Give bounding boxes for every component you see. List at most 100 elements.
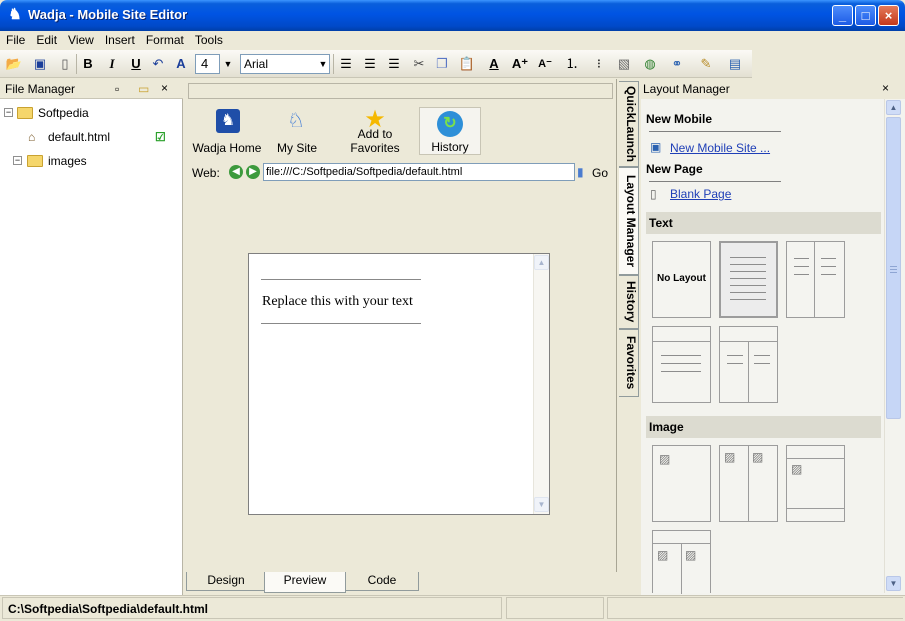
underline-button[interactable]: U bbox=[126, 54, 146, 74]
menu-file[interactable]: File bbox=[0, 31, 30, 47]
layout-thumb-image-header-two-columns[interactable]: ▨ ▨ bbox=[652, 530, 711, 594]
layout-manager-header: Layout Manager × bbox=[641, 79, 905, 99]
copy-icon[interactable]: ❐ bbox=[432, 54, 452, 74]
layout-thumb-single-column[interactable] bbox=[719, 241, 778, 318]
bullet-list-icon[interactable]: ⁝ bbox=[589, 54, 609, 74]
tab-quicklaunch[interactable]: QuickLaunch bbox=[619, 81, 639, 167]
document-scrollbar[interactable]: ▲ ▼ bbox=[533, 254, 549, 514]
layout-thumb-image-header[interactable]: ▨ bbox=[786, 445, 845, 522]
numbered-list-icon[interactable]: ⒈ bbox=[562, 54, 582, 74]
add-to-favorites-label: Add to Favorites bbox=[350, 127, 400, 155]
align-center-icon[interactable]: ☰ bbox=[384, 54, 404, 74]
scroll-down-icon[interactable]: ▼ bbox=[886, 576, 901, 591]
add-to-favorites-button[interactable]: ★ Add to Favorites bbox=[332, 107, 418, 156]
text-color-icon[interactable]: A bbox=[484, 54, 504, 74]
url-input[interactable]: file:///C:/Softpedia/Softpedia/default.h… bbox=[263, 163, 575, 181]
menu-insert[interactable]: Insert bbox=[99, 31, 140, 47]
text-line bbox=[794, 266, 809, 267]
close-icon[interactable]: × bbox=[161, 81, 168, 95]
tree-images-folder[interactable]: images bbox=[48, 154, 87, 168]
check-icon: ☑ bbox=[155, 130, 166, 144]
history-button[interactable]: ↻ History bbox=[419, 107, 481, 155]
close-button[interactable]: × bbox=[878, 5, 899, 26]
title-bar: ♞ Wadja - Mobile Site Editor _ □ × bbox=[0, 0, 905, 31]
forward-arrow-icon[interactable]: ▶ bbox=[246, 165, 260, 179]
layout-manager-scrollbar[interactable]: ▲ ▼ bbox=[884, 99, 901, 593]
close-icon[interactable]: × bbox=[882, 81, 889, 95]
grip-line bbox=[890, 272, 897, 273]
scroll-up-icon[interactable]: ▲ bbox=[886, 100, 901, 115]
scroll-up-icon[interactable]: ▲ bbox=[534, 255, 549, 270]
document-text[interactable]: Replace this with your text bbox=[262, 294, 413, 310]
image-placeholder-icon: ▨ bbox=[657, 548, 669, 562]
toolbar-separator bbox=[76, 54, 77, 74]
font-name-dropdown-icon[interactable]: ▼ bbox=[317, 55, 329, 73]
cut-icon[interactable]: ✂ bbox=[409, 54, 429, 74]
italic-button[interactable]: I bbox=[102, 54, 122, 74]
go-icon[interactable]: ▮ bbox=[577, 165, 584, 179]
menu-view[interactable]: View bbox=[62, 31, 99, 47]
maximize-button[interactable]: □ bbox=[855, 5, 876, 26]
layout-thumb-two-columns[interactable] bbox=[786, 241, 845, 318]
menu-tools[interactable]: Tools bbox=[189, 31, 228, 47]
new-page-heading: New Page bbox=[646, 162, 703, 176]
font-size-field[interactable]: 4 bbox=[195, 54, 220, 74]
new-file-icon[interactable]: ▫ bbox=[115, 82, 119, 96]
bunny-icon: ♘ bbox=[287, 110, 305, 132]
layout-thumb-image-single[interactable]: ▨ bbox=[652, 445, 711, 522]
folder-icon bbox=[27, 155, 43, 167]
tab-code[interactable]: Code bbox=[345, 572, 419, 591]
tree-root-folder[interactable]: Softpedia bbox=[38, 106, 89, 120]
insert-image-icon[interactable]: ▧ bbox=[614, 54, 634, 74]
new-document-icon[interactable]: ▯ bbox=[55, 54, 75, 74]
open-folder-icon[interactable]: 📂 bbox=[4, 54, 24, 74]
document-preview[interactable]: Replace this with your text ▲ ▼ bbox=[248, 253, 550, 515]
align-left-icon[interactable]: ☰ bbox=[336, 54, 356, 74]
editor-view-tabs: Design Preview Code bbox=[184, 572, 617, 594]
scrollbar-thumb[interactable] bbox=[886, 117, 901, 419]
save-icon[interactable]: ▣ bbox=[30, 54, 50, 74]
undo-icon[interactable]: ↶ bbox=[148, 54, 168, 74]
no-layout-label: No Layout bbox=[657, 273, 706, 284]
bold-button[interactable]: B bbox=[78, 54, 98, 74]
font-color-a-icon[interactable]: A bbox=[171, 54, 191, 74]
menu-edit[interactable]: Edit bbox=[30, 31, 62, 47]
my-site-button[interactable]: ♘ My Site bbox=[272, 107, 322, 155]
menu-format[interactable]: Format bbox=[140, 31, 189, 47]
tab-preview[interactable]: Preview bbox=[264, 572, 346, 593]
new-folder-icon[interactable]: ▭ bbox=[138, 82, 149, 96]
text-line bbox=[730, 257, 766, 258]
globe-icon[interactable]: ◍ bbox=[640, 54, 660, 74]
tab-design[interactable]: Design bbox=[186, 572, 266, 591]
tree-file[interactable]: default.html bbox=[48, 130, 110, 144]
tab-favorites[interactable]: Favorites bbox=[619, 329, 639, 397]
publish-icon[interactable]: ✎ bbox=[696, 54, 716, 74]
go-label[interactable]: Go bbox=[592, 166, 608, 180]
scroll-down-icon[interactable]: ▼ bbox=[534, 497, 549, 512]
wadja-home-button[interactable]: ♞ Wadja Home bbox=[192, 107, 262, 155]
text-line bbox=[661, 355, 701, 356]
layout-thumb-no-layout[interactable]: No Layout bbox=[652, 241, 711, 318]
image-placeholder-icon: ▨ bbox=[685, 548, 697, 562]
tree-expander[interactable]: − bbox=[4, 108, 13, 117]
link-icon[interactable]: ⚭ bbox=[667, 54, 687, 74]
minimize-button[interactable]: _ bbox=[832, 5, 853, 26]
font-size-dropdown-icon[interactable]: ▼ bbox=[221, 54, 235, 74]
column-divider bbox=[681, 543, 682, 594]
tab-history[interactable]: History bbox=[619, 275, 639, 329]
layout-thumb-image-two-columns[interactable]: ▨ ▨ bbox=[719, 445, 778, 522]
menu-bar: File Edit View Insert Format Tools bbox=[0, 31, 905, 49]
align-right-icon[interactable]: ☰ bbox=[360, 54, 380, 74]
text-line bbox=[730, 278, 766, 279]
increase-font-icon[interactable]: A⁺ bbox=[510, 54, 530, 74]
blank-page-link[interactable]: Blank Page bbox=[670, 187, 731, 201]
tab-layout-manager[interactable]: Layout Manager bbox=[619, 167, 639, 275]
new-mobile-site-link[interactable]: New Mobile Site ... bbox=[670, 141, 770, 155]
back-arrow-icon[interactable]: ◀ bbox=[229, 165, 243, 179]
decrease-font-icon[interactable]: A⁻ bbox=[535, 54, 555, 74]
layout-thumb-header-two-columns[interactable] bbox=[719, 326, 778, 403]
preview-device-icon[interactable]: ▤ bbox=[725, 54, 745, 74]
tree-expander[interactable]: − bbox=[13, 156, 22, 165]
paste-icon[interactable]: 📋 bbox=[457, 54, 477, 74]
layout-thumb-header-body[interactable] bbox=[652, 326, 711, 403]
